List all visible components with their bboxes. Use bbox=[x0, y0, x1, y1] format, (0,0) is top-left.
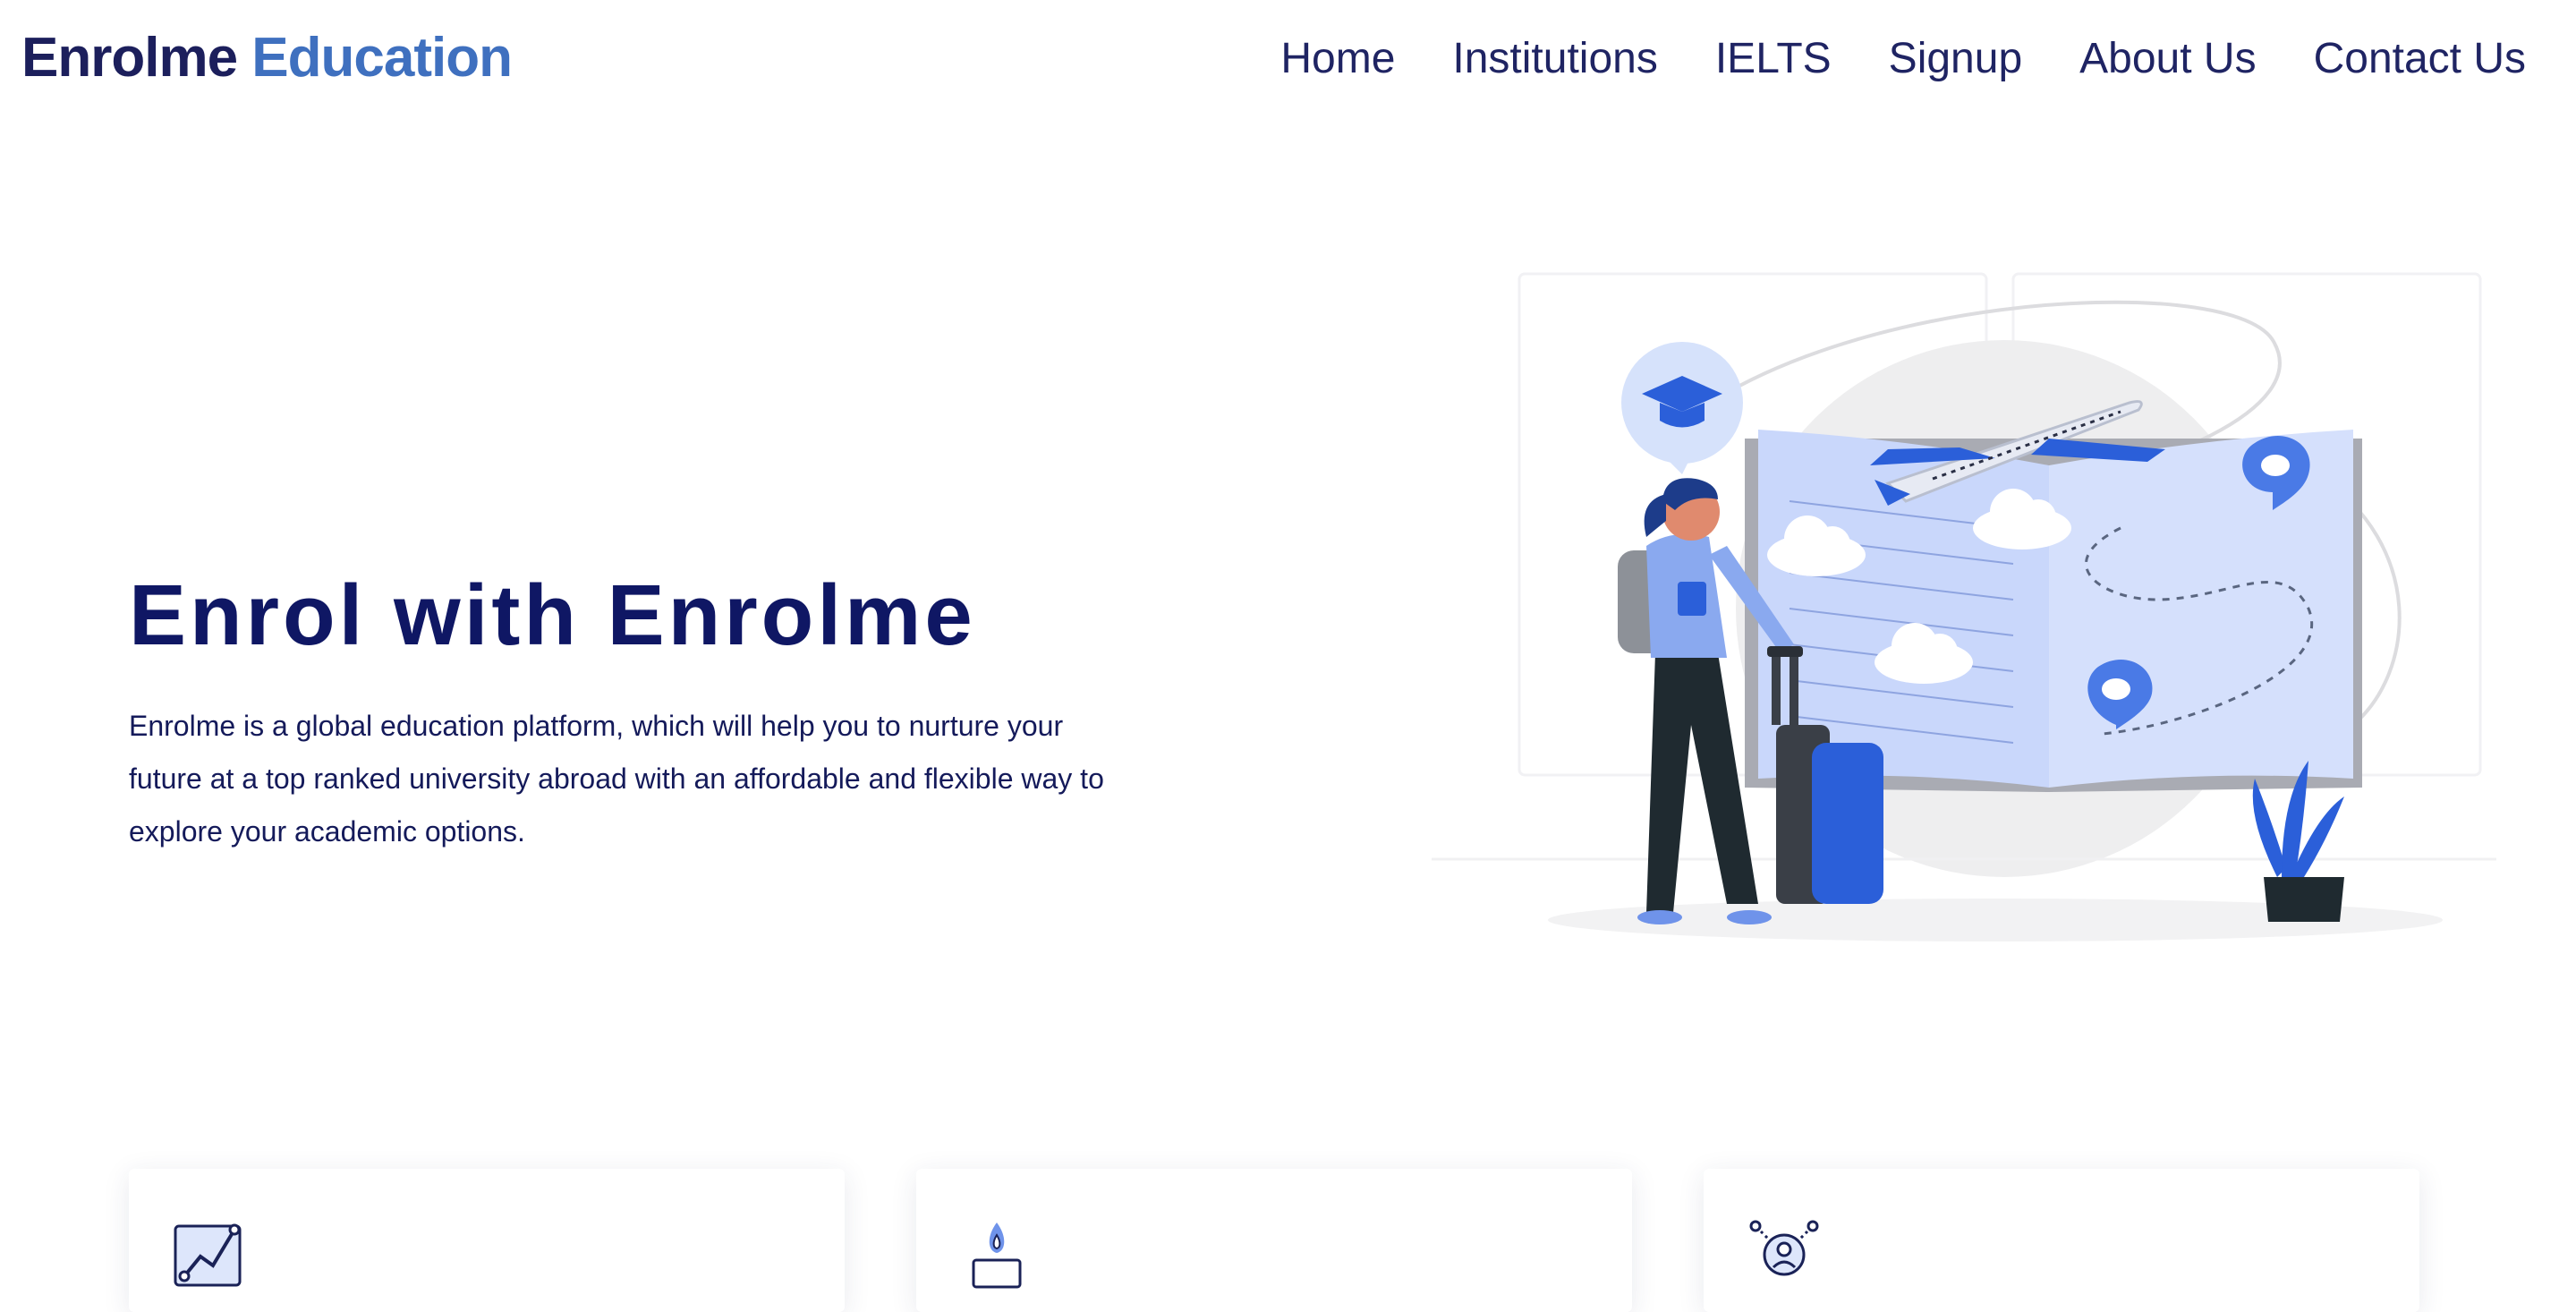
candle-icon bbox=[959, 1217, 1034, 1292]
nav-ielts[interactable]: IELTS bbox=[1715, 32, 1832, 86]
travel-study-illustration bbox=[1432, 272, 2496, 941]
people-icon bbox=[1747, 1217, 1822, 1292]
feature-card-people bbox=[1704, 1169, 2419, 1312]
growth-chart-icon bbox=[172, 1217, 247, 1292]
hero-illustration bbox=[1423, 260, 2496, 958]
brand-logo[interactable]: Enrolme Education bbox=[21, 25, 513, 91]
site-header: Enrolme Education Home Institutions IELT… bbox=[0, 0, 2576, 116]
feature-card-growth bbox=[129, 1169, 845, 1312]
nav-home[interactable]: Home bbox=[1280, 32, 1395, 86]
nav-institutions[interactable]: Institutions bbox=[1452, 32, 1657, 86]
graduation-cap-bubble bbox=[1621, 342, 1743, 474]
nav-about-us[interactable]: About Us bbox=[2079, 32, 2256, 86]
brand-name-primary: Enrolme bbox=[21, 27, 238, 89]
hero-description: Enrolme is a global education platform, … bbox=[129, 710, 1104, 848]
feature-card-candle bbox=[916, 1169, 1632, 1312]
nav-contact-us[interactable]: Contact Us bbox=[2314, 32, 2526, 86]
nav-signup[interactable]: Signup bbox=[1889, 32, 2022, 86]
hero-title: Enrol with Enrolme bbox=[129, 567, 976, 663]
main-nav: Home Institutions IELTS Signup About Us … bbox=[1280, 32, 2526, 86]
brand-name-secondary: Education bbox=[251, 27, 513, 89]
